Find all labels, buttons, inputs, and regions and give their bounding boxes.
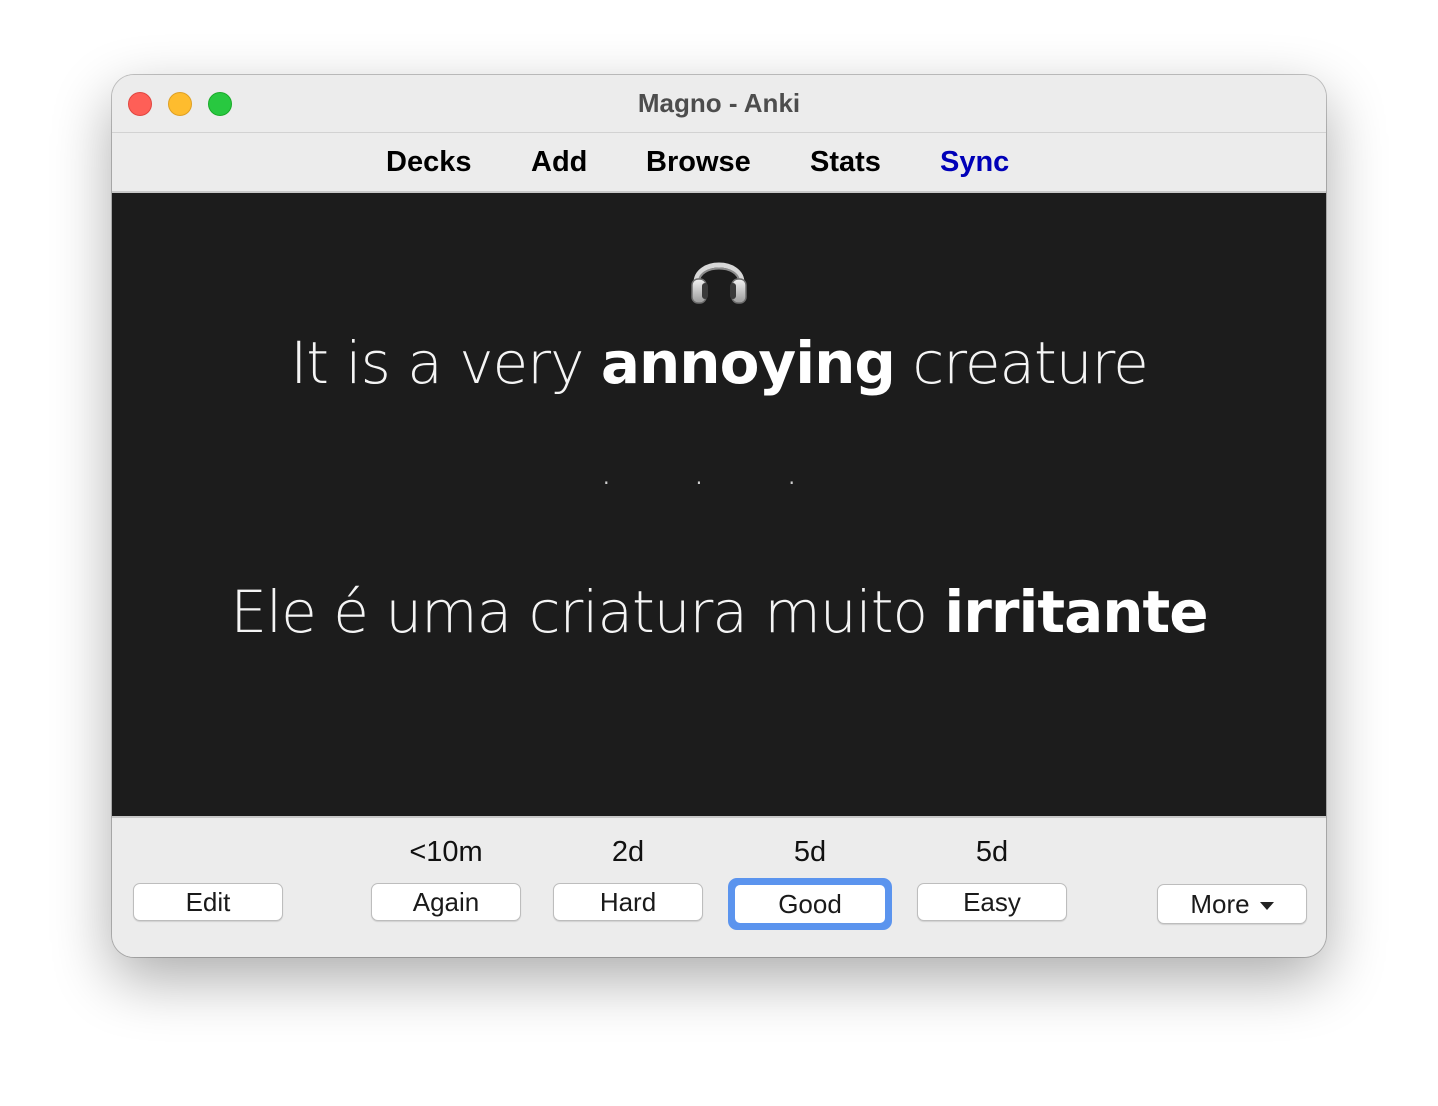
card-back-text: Ele é uma criatura muito irritante xyxy=(112,578,1326,646)
toolbar-decks-link[interactable]: Decks xyxy=(386,133,471,191)
hard-button[interactable]: Hard xyxy=(553,883,703,921)
chevron-down-icon xyxy=(1259,902,1274,911)
more-button-label: More xyxy=(1190,889,1250,919)
answer-bar: Edit <10m Again 2d Hard 5d Good 5d Easy … xyxy=(112,816,1326,957)
easy-button[interactable]: Easy xyxy=(917,883,1067,921)
toolbar-add-link[interactable]: Add xyxy=(531,133,587,191)
toolbar-sync-link[interactable]: Sync xyxy=(940,133,1009,191)
main-toolbar: Decks Add Browse Stats Sync xyxy=(112,133,1326,193)
front-text-after: creature xyxy=(894,329,1148,397)
easy-interval: 5d xyxy=(975,836,1009,868)
back-text-bold-word: irritante xyxy=(944,578,1208,646)
answer-divider: · · · xyxy=(603,471,835,495)
title-bar: Magno - Anki xyxy=(112,75,1326,133)
back-text-before: Ele é uma criatura muito xyxy=(230,578,945,646)
again-button[interactable]: Again xyxy=(371,883,521,921)
anki-window: Magno - Anki Decks Add Browse Stats Sync… xyxy=(112,75,1326,957)
edit-button[interactable]: Edit xyxy=(133,883,283,921)
card-front-text: It is a very annoying creature xyxy=(112,329,1326,397)
front-text-before: It is a very xyxy=(290,329,601,397)
good-button-label: Good xyxy=(735,885,885,923)
good-interval: 5d xyxy=(793,836,827,868)
toolbar-browse-link[interactable]: Browse xyxy=(646,133,751,191)
toolbar-stats-link[interactable]: Stats xyxy=(810,133,881,191)
window-title: Magno - Anki xyxy=(637,88,801,118)
front-text-bold-word: annoying xyxy=(600,329,896,397)
again-interval: <10m xyxy=(409,836,483,868)
card-review-area: It is a very annoying creature · · · Ele… xyxy=(112,193,1326,816)
more-menu-button[interactable]: More xyxy=(1157,884,1307,924)
hard-interval: 2d xyxy=(611,836,645,868)
headphones-icon[interactable] xyxy=(688,245,750,307)
good-button[interactable]: Good xyxy=(728,878,892,930)
